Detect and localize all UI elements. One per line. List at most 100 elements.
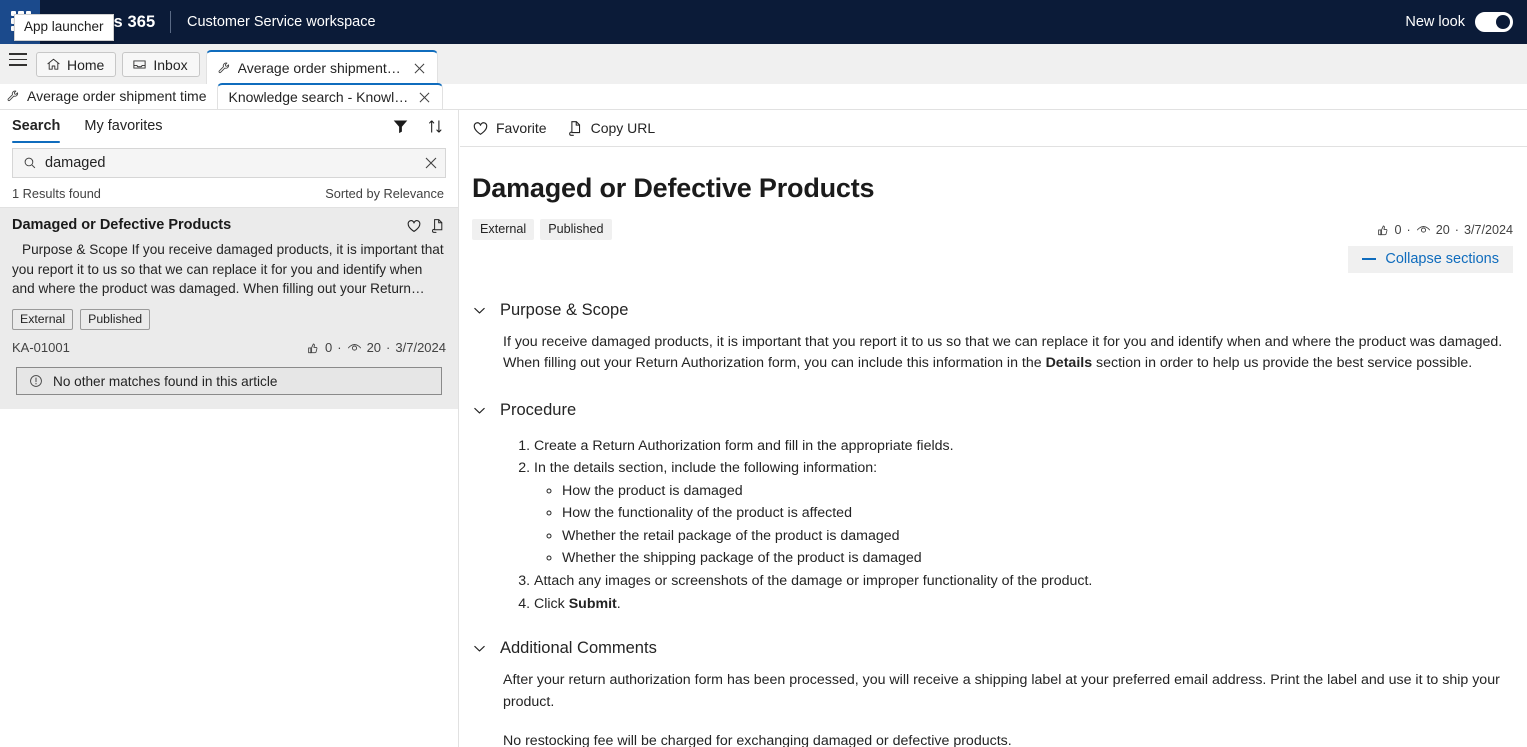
section-header[interactable]: Additional Comments (472, 635, 1507, 662)
copy-url-icon[interactable] (430, 218, 446, 234)
search-icon (24, 157, 36, 169)
no-matches-text: No other matches found in this article (53, 373, 278, 389)
chevron-down-icon (474, 407, 485, 414)
result-badges: External Published (12, 309, 446, 331)
toggle-knob (1496, 15, 1510, 29)
section-header[interactable]: Purpose & Scope (472, 297, 1507, 324)
article-badges: External Published (472, 219, 612, 240)
procedure-substep: Whether the retail package of the produc… (562, 526, 1507, 548)
favorite-label: Favorite (496, 120, 547, 136)
collapse-sections-label: Collapse sections (1385, 251, 1499, 267)
copy-url-icon (568, 120, 580, 136)
inbox-button[interactable]: Inbox (122, 52, 200, 77)
inbox-icon (133, 60, 146, 69)
views-icon (347, 344, 361, 351)
result-article-number: KA-01001 (12, 340, 70, 356)
heart-icon (473, 121, 488, 135)
search-input[interactable] (45, 155, 417, 171)
collapse-sections-button[interactable]: Collapse sections (1348, 246, 1513, 273)
favorite-button[interactable]: Favorite (472, 120, 547, 137)
badge-external: External (12, 309, 74, 331)
new-look-control[interactable]: New look (1405, 0, 1513, 44)
wrench-icon (218, 62, 229, 74)
result-actions (406, 217, 446, 234)
result-title-row: Damaged or Defective Products (12, 217, 446, 234)
knowledge-search-tab[interactable]: Knowledge search - Knowled... (216, 83, 443, 109)
close-icon[interactable] (411, 59, 429, 77)
stat-sep-2: · (386, 340, 391, 356)
new-look-toggle[interactable] (1475, 12, 1513, 32)
article-pane: Favorite Copy URL Damaged or Defective P… (460, 110, 1527, 747)
copy-url-label: Copy URL (590, 120, 656, 136)
result-stats: 0 · 20 · 3/7/2024 (306, 340, 446, 355)
app-tab-strip: Home Inbox Average order shipment ti... (0, 44, 1527, 84)
home-icon (47, 58, 60, 70)
thumbs-up-icon (1377, 225, 1387, 235)
home-label: Home (67, 56, 105, 73)
filter-glyph (393, 120, 408, 133)
panel-tab-list: Search My favorites (0, 110, 458, 143)
results-sort-label: Sorted by Relevance (325, 186, 444, 201)
tab-search-label: Search (12, 118, 61, 134)
article-stats: 0 · 20 · 3/7/2024 (1376, 222, 1513, 237)
workspace-title: Customer Service workspace (187, 14, 376, 30)
procedure-step: Create a Return Authorization form and f… (534, 436, 1507, 458)
search-result-card[interactable]: Damaged or Defective Products Purpose & … (0, 207, 458, 410)
app-tab-active[interactable]: Average order shipment ti... (205, 50, 438, 84)
result-snippet: Purpose & Scope If you receive damaged p… (12, 242, 444, 297)
session-tab-strip: Average order shipment time Knowledge se… (0, 83, 1527, 110)
badge-published: Published (80, 309, 151, 331)
copy-url-button[interactable]: Copy URL (567, 120, 656, 137)
article-toolbar: Favorite Copy URL (460, 110, 1527, 147)
procedure-step: In the details section, include the foll… (534, 458, 1507, 570)
article-meta-row: External Published 0 · 20 · 3/7/2024 (472, 219, 1513, 240)
heart-glyph (407, 220, 421, 232)
result-likes: 0 (325, 340, 333, 356)
close-icon[interactable] (416, 88, 434, 106)
site-map-toggle-icon[interactable] (0, 44, 36, 84)
session-tab-label: Average order shipment time (27, 88, 207, 104)
home-button[interactable]: Home (36, 52, 117, 77)
section-procedure: Procedure Create a Return Authorization … (472, 397, 1507, 616)
tab-search[interactable]: Search (12, 110, 61, 143)
section-body: After your return authorization form has… (472, 662, 1507, 747)
favorite-icon[interactable] (406, 218, 422, 234)
close-glyph (419, 92, 430, 102)
results-count: 1 Results found (12, 186, 101, 201)
procedure-step: Click Submit. (534, 594, 1507, 616)
procedure-substep: How the functionality of the product is … (562, 503, 1507, 525)
views-icon (1416, 226, 1430, 233)
result-views: 20 (366, 340, 382, 356)
section-purpose-scope: Purpose & Scope If you receive damaged p… (472, 297, 1507, 375)
filter-icon[interactable] (392, 118, 409, 135)
result-footer: KA-01001 0 · 20 · 3/7/2024 (12, 340, 446, 355)
procedure-substep: Whether the shipping package of the prod… (562, 548, 1507, 570)
procedure-substep-list: How the product is damagedHow the functi… (534, 481, 1507, 570)
section-paragraph: If you receive damaged products, it is i… (503, 334, 1503, 372)
app-launcher-tooltip: App launcher (14, 14, 114, 42)
sort-icon[interactable] (427, 118, 444, 135)
tab-my-favorites-label: My favorites (84, 118, 163, 134)
inbox-label: Inbox (153, 56, 188, 73)
article-sep-1: · (1406, 222, 1411, 237)
top-app-bar: Dynamics 365 Customer Service workspace … (0, 0, 1527, 44)
section-body: Create a Return Authorization form and f… (472, 424, 1507, 616)
section-paragraph: After your return authorization form has… (503, 672, 1500, 710)
chevron-down-icon (474, 307, 485, 314)
section-header[interactable]: Procedure (472, 397, 1507, 424)
knowledge-search-panel: Search My favorites damaged 1 Results fo… (0, 110, 459, 747)
badge-published: Published (540, 219, 612, 240)
wrench-icon (7, 90, 19, 102)
section-title: Purpose & Scope (500, 301, 629, 319)
no-matches-banner: No other matches found in this article (16, 367, 442, 396)
tab-my-favorites[interactable]: My favorites (84, 110, 162, 142)
result-title: Damaged or Defective Products (12, 217, 232, 233)
article-sep-2: · (1454, 222, 1459, 237)
procedure-substep: How the product is damaged (562, 481, 1507, 503)
clear-search-icon[interactable] (425, 157, 437, 169)
collapse-sections-wrap: Collapse sections (460, 246, 1513, 273)
session-tab[interactable]: Average order shipment time (0, 83, 217, 109)
search-box[interactable] (12, 148, 446, 178)
article-views: 20 (1435, 222, 1450, 237)
